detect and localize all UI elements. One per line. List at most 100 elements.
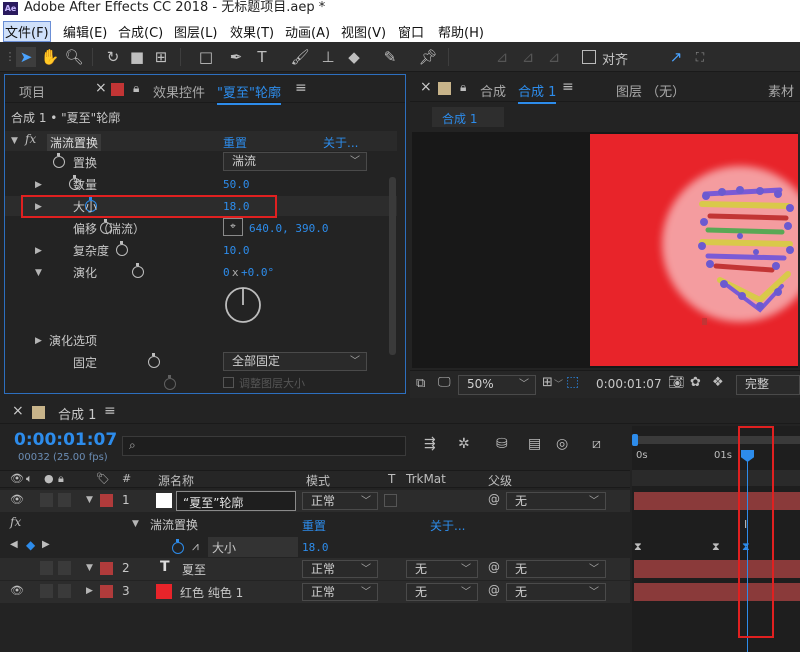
layer-trkmat-dropdown[interactable]: 无 ﹀: [406, 560, 478, 578]
layer-mode-dropdown[interactable]: 正常 ﹀: [302, 560, 378, 578]
collapse-arrow-icon[interactable]: ▼: [86, 495, 93, 505]
column-parent[interactable]: 父级: [488, 472, 512, 489]
layer-name-field[interactable]: “夏至”轮廓: [176, 491, 296, 511]
work-area-start-handle[interactable]: [632, 434, 638, 446]
tab-layer[interactable]: 图层 （无）: [616, 81, 685, 100]
graph-icon[interactable]: ⩘: [192, 539, 199, 554]
video-toggle-icon[interactable]: 👁︎: [10, 472, 24, 485]
pen-tool-icon[interactable]: ✒: [226, 47, 246, 67]
panel-menu-icon[interactable]: ≡: [295, 80, 307, 96]
table-row[interactable]: ▼ 2 T 夏至 正常 ﹀ 无 ﹀ @ 无 ﹀: [0, 558, 630, 580]
keyframe-icon[interactable]: ⧗: [634, 540, 642, 554]
comp-timecode[interactable]: 0:00:01:07: [596, 377, 662, 391]
rotate-tool-icon[interactable]: ↻: [103, 47, 123, 67]
collapse-arrow-icon[interactable]: ▼: [11, 136, 18, 146]
lock-toggle[interactable]: [58, 561, 71, 575]
tab-close-icon[interactable]: ×: [95, 80, 107, 96]
panel-menu-icon[interactable]: ≡: [104, 403, 116, 419]
layer-3-duration-bar[interactable]: [634, 583, 800, 601]
tab-close-icon[interactable]: ×: [12, 403, 24, 419]
zoom-dropdown[interactable]: 50% ﹀: [458, 375, 536, 395]
tab-close-icon[interactable]: ×: [420, 79, 432, 95]
quality-dropdown[interactable]: 完整: [736, 375, 800, 395]
puppet-pin-tool-icon[interactable]: 📌︎: [418, 47, 438, 67]
prop-amount-value[interactable]: 50.0: [223, 178, 250, 191]
next-keyframe-icon[interactable]: ▶: [42, 539, 50, 550]
solo-toggle[interactable]: [40, 584, 53, 598]
tab-footage[interactable]: 素材: [768, 81, 794, 100]
size-property-value[interactable]: 18.0: [302, 541, 329, 554]
zoom-tool-icon[interactable]: 🔍︎: [64, 47, 84, 67]
prop-size-value[interactable]: 18.0: [223, 200, 250, 213]
always-preview-icon[interactable]: ⧉: [416, 376, 425, 391]
prev-keyframe-icon[interactable]: ◀: [10, 539, 18, 550]
resolution-grid-icon[interactable]: ⊞: [542, 375, 553, 390]
world-axis-icon[interactable]: ⊿: [518, 47, 538, 67]
collapse-arrow-icon[interactable]: ▼: [86, 563, 93, 573]
timeline-effect-reset[interactable]: 重置: [302, 517, 326, 534]
monitor-icon[interactable]: 🖵︎: [438, 375, 451, 390]
layer-2-duration-bar[interactable]: [634, 560, 800, 578]
menu-layer[interactable]: 图层(L): [174, 22, 217, 41]
effect-name[interactable]: 湍流置换: [47, 134, 102, 151]
draft-3d-icon[interactable]: ✲: [458, 436, 470, 452]
pick-whip-icon[interactable]: @: [488, 492, 500, 506]
comp-subtab[interactable]: 合成 1: [432, 107, 504, 127]
audio-toggle-icon[interactable]: 🔈︎: [26, 472, 33, 486]
size-property-field[interactable]: 大小: [208, 537, 298, 557]
layer-parent-dropdown[interactable]: 无 ﹀: [506, 583, 606, 601]
transparency-grid-icon[interactable]: ⬚: [566, 374, 579, 390]
collapse-arrow-icon[interactable]: ▼: [35, 268, 42, 278]
tab-effect-controls[interactable]: 效果控件: [153, 82, 205, 101]
lock-icon[interactable]: 🔒︎: [133, 81, 139, 96]
stopwatch-icon[interactable]: [53, 153, 65, 168]
timeline-tab-comp[interactable]: 合成 1: [58, 404, 96, 423]
comp-canvas[interactable]: [590, 134, 800, 366]
expand-arrow-icon[interactable]: ▶: [86, 586, 93, 596]
keyframe-diamond-icon[interactable]: ◆: [26, 538, 35, 552]
displacement-dropdown[interactable]: 湍流 ﹀: [223, 152, 367, 171]
fx-icon[interactable]: fx: [25, 132, 36, 146]
tab-project[interactable]: 项目: [19, 82, 45, 101]
tab-comp-name[interactable]: 合成 1: [518, 81, 557, 104]
rectangle-tool-icon[interactable]: □: [196, 47, 216, 67]
timeline-graph[interactable]: 0s 01s ⧗ ⧗ ⧗ I: [632, 426, 800, 652]
motion-blur-icon[interactable]: ◎: [556, 436, 568, 452]
shy-layers-icon[interactable]: ⛁: [496, 436, 508, 452]
eraser-tool-icon[interactable]: ◆: [344, 47, 364, 67]
keyframe-icon[interactable]: ⧗: [712, 540, 720, 554]
menu-effect[interactable]: 效果(T): [230, 22, 274, 41]
effects-scrollbar[interactable]: [389, 177, 396, 355]
column-trkmat[interactable]: TrkMat: [406, 472, 446, 486]
pick-whip-icon[interactable]: @: [488, 560, 500, 574]
prop-evolution-revolutions[interactable]: 0: [223, 266, 230, 279]
expand-arrow-icon[interactable]: ▶: [35, 246, 42, 256]
show-snapshot-icon[interactable]: ✿: [690, 375, 701, 390]
eye-icon[interactable]: 👁︎: [10, 584, 24, 597]
label-column-icon[interactable]: 🏷︎: [96, 472, 110, 485]
layer-parent-dropdown[interactable]: 无 ﹀: [506, 492, 606, 510]
menu-window[interactable]: 窗口: [398, 22, 424, 41]
collapse-arrow-icon[interactable]: ▼: [132, 519, 139, 529]
effect-reset-link[interactable]: 重置: [223, 134, 247, 151]
menu-view[interactable]: 视图(V): [341, 22, 386, 41]
work-area-bar[interactable]: [632, 436, 800, 444]
layer-name[interactable]: 红色 纯色 1: [180, 584, 243, 601]
pinning-dropdown[interactable]: 全部固定 ﹀: [223, 352, 367, 371]
expand-arrow-icon[interactable]: ↗: [666, 47, 686, 67]
solo-toggle-icon[interactable]: ●: [44, 472, 54, 485]
expand-arrow-icon[interactable]: ▶: [35, 336, 42, 346]
menu-composition[interactable]: 合成(C): [118, 22, 163, 41]
clone-stamp-tool-icon[interactable]: ⊥: [318, 47, 338, 67]
stopwatch-icon[interactable]: [132, 263, 145, 278]
table-row[interactable]: 👁︎ ▼ 1 “夏至”轮廓 正常 ﹀ @ 无 ﹀: [0, 490, 630, 512]
snapshot-camera-icon[interactable]: 📷︎: [668, 375, 685, 390]
pan-behind-tool-icon[interactable]: ⊞: [151, 47, 171, 67]
menu-help[interactable]: 帮助(H): [438, 22, 484, 41]
hand-tool-icon[interactable]: ✋: [40, 47, 60, 67]
layer-parent-dropdown[interactable]: 无 ﹀: [506, 560, 606, 578]
prop-complexity-value[interactable]: 10.0: [223, 244, 250, 257]
effect-about-link[interactable]: 关于...: [323, 134, 358, 151]
layer-color-label[interactable]: [100, 585, 113, 598]
timeline-effect-name[interactable]: 湍流置换: [150, 516, 198, 533]
